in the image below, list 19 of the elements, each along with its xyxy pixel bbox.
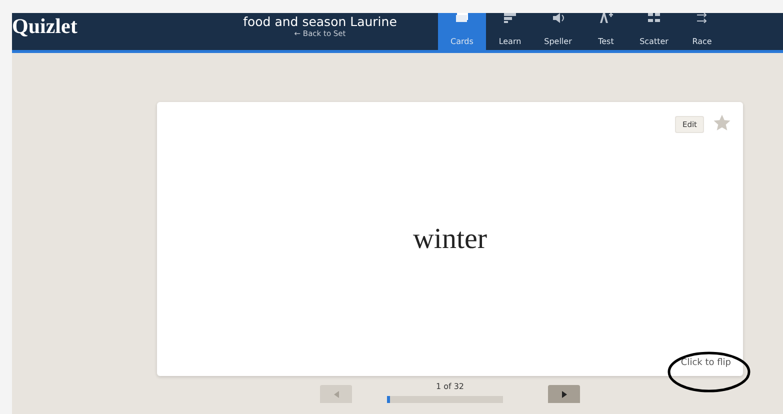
next-button[interactable] [548,385,580,403]
card-counter: 1 of 32 [436,382,464,391]
mode-tab[interactable]: Scatter [630,13,678,50]
left-arrow-icon [334,390,338,398]
logo[interactable]: Quizlet [12,13,202,50]
star-icon[interactable] [713,114,731,132]
a-plus-icon [597,13,615,23]
mode-tab[interactable]: Test [582,13,630,50]
mode-tab[interactable]: Speller [534,13,582,50]
grid-icon [645,13,663,23]
cards-icon [453,13,471,23]
flip-hint: Click to flip [680,358,731,368]
card-term: winter [412,222,488,256]
mode-tab[interactable]: Cards [438,13,486,50]
mode-tab[interactable]: Race [678,13,726,50]
mode-tab[interactable]: Learn [486,13,534,50]
right-arrow-icon [562,390,566,398]
bars-icon [501,13,519,23]
set-title: food and season Laurine [243,14,397,29]
